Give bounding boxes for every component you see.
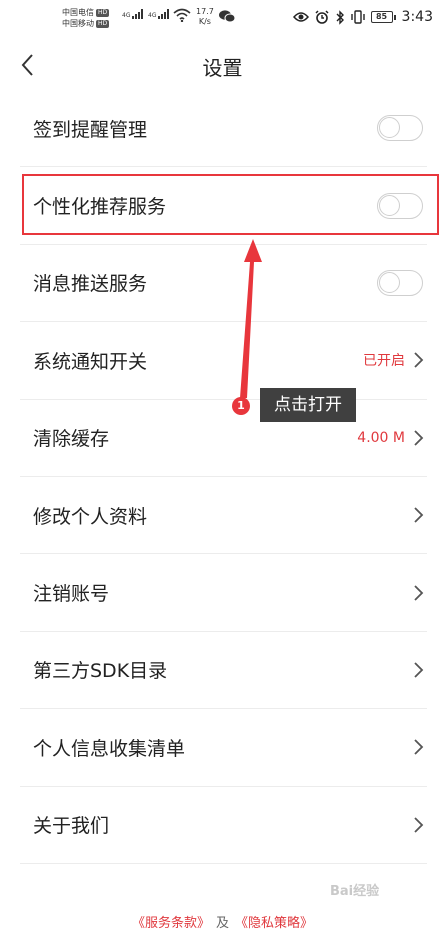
settings-row-label: 修改个人资料 bbox=[33, 505, 148, 528]
settings-row[interactable]: 消息推送服务 bbox=[20, 245, 427, 323]
carrier-1: 中国电信 bbox=[62, 8, 94, 17]
row-right bbox=[413, 737, 425, 757]
wechat-icon bbox=[219, 10, 235, 23]
footer: 《服务条款》及《隐私策略》 bbox=[0, 912, 445, 931]
privacy-link[interactable]: 《隐私策略》 bbox=[235, 916, 313, 931]
eye-icon bbox=[292, 12, 309, 22]
settings-row[interactable]: 系统通知开关 已开启 bbox=[20, 322, 427, 400]
status-bar: 中国电信 HD 中国移动 HD 4G 4G 17.7 K/s 85 3:43 bbox=[0, 0, 445, 40]
status-right: 85 3:43 bbox=[292, 9, 433, 25]
row-right bbox=[413, 505, 425, 525]
settings-row-label: 关于我们 bbox=[33, 815, 110, 838]
settings-row[interactable]: 个人信息收集清单 bbox=[20, 709, 427, 787]
chevron-right-icon bbox=[414, 662, 424, 678]
settings-row-value: 已开启 bbox=[363, 353, 405, 370]
signal-1-icon: 4G bbox=[122, 9, 144, 19]
settings-row[interactable]: 关于我们 bbox=[20, 787, 427, 864]
toggle-knob bbox=[379, 117, 400, 139]
row-right bbox=[413, 815, 425, 835]
carrier-info: 中国电信 HD 中国移动 HD bbox=[62, 7, 110, 29]
highlight-box bbox=[22, 174, 439, 235]
hd-badge: HD bbox=[96, 19, 110, 28]
wifi-icon bbox=[173, 8, 191, 22]
chevron-right-icon bbox=[414, 817, 424, 833]
row-right: 4.00 M bbox=[357, 428, 425, 448]
settings-row-label: 消息推送服务 bbox=[33, 273, 148, 296]
vibrate-icon bbox=[350, 10, 365, 24]
settings-row-label: 系统通知开关 bbox=[33, 350, 148, 373]
bluetooth-icon bbox=[336, 9, 344, 25]
settings-row[interactable]: 注销账号 bbox=[20, 554, 427, 632]
settings-row-value: 4.00 M bbox=[357, 429, 405, 446]
chevron-right-icon bbox=[414, 507, 424, 523]
chevron-right-icon bbox=[414, 739, 424, 755]
row-right bbox=[413, 660, 425, 680]
settings-row-label: 个人信息收集清单 bbox=[33, 737, 186, 760]
toggle-knob bbox=[379, 271, 400, 293]
net-speed: 17.7 K/s bbox=[196, 7, 214, 26]
step-badge: 1 bbox=[232, 397, 250, 415]
toggle-switch[interactable] bbox=[377, 269, 423, 296]
signal-2-icon: 4G bbox=[148, 9, 170, 19]
alarm-icon bbox=[315, 10, 329, 24]
carrier-2: 中国移动 bbox=[62, 19, 94, 28]
header: 设置 bbox=[0, 40, 445, 90]
chevron-right-icon bbox=[414, 584, 424, 601]
settings-row[interactable]: 第三方SDK目录 bbox=[20, 632, 427, 710]
settings-row-label: 第三方SDK目录 bbox=[33, 660, 168, 683]
and-text: 及 bbox=[215, 916, 229, 931]
clock: 3:43 bbox=[401, 9, 433, 25]
settings-row-label: 清除缓存 bbox=[33, 428, 110, 451]
hd-badge: HD bbox=[96, 8, 110, 17]
battery-icon: 85 bbox=[370, 11, 396, 23]
chevron-right-icon bbox=[414, 352, 424, 368]
settings-row-label: 签到提醒管理 bbox=[33, 118, 148, 141]
chevron-right-icon bbox=[414, 430, 424, 446]
settings-row[interactable]: 签到提醒管理 bbox=[20, 90, 427, 168]
settings-row[interactable]: 修改个人资料 bbox=[20, 477, 427, 555]
row-right: 已开启 bbox=[363, 350, 425, 370]
terms-link[interactable]: 《服务条款》 bbox=[132, 916, 210, 931]
page-title: 设置 bbox=[202, 56, 243, 80]
settings-row-label: 注销账号 bbox=[33, 583, 110, 606]
watermark: Bai经验 bbox=[330, 884, 380, 899]
row-right bbox=[413, 583, 425, 603]
tip-box: 点击打开 bbox=[260, 388, 356, 422]
toggle-switch[interactable] bbox=[377, 115, 423, 142]
settings-row[interactable]: 清除缓存 4.00 M bbox=[20, 400, 427, 477]
